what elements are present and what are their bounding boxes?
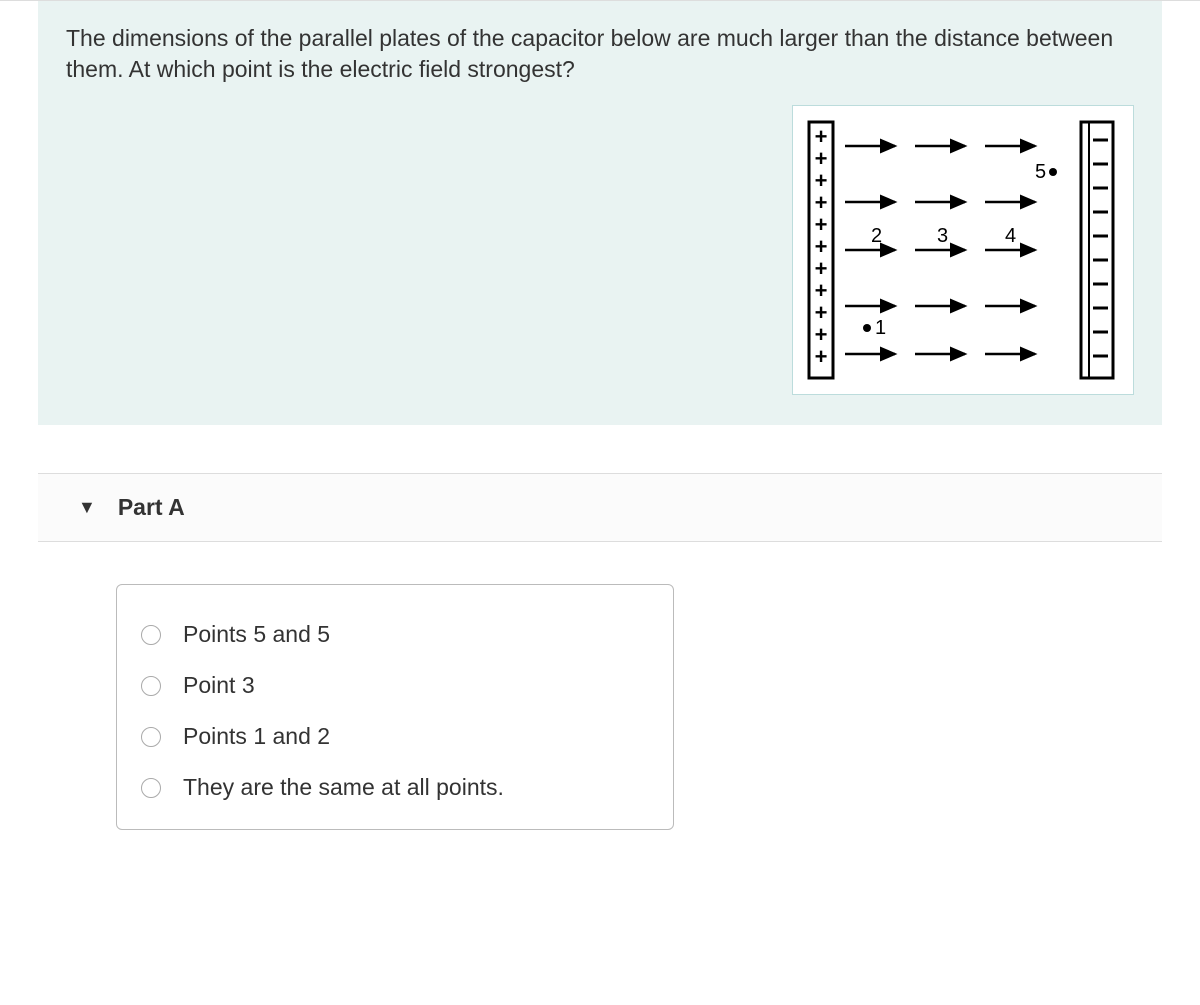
point-label-4: 4 xyxy=(1005,225,1016,247)
part-title: Part A xyxy=(118,494,185,521)
radio-icon[interactable] xyxy=(141,625,161,645)
point-label-1: 1 xyxy=(875,317,886,339)
figure-box: + + + + + + + + + + + xyxy=(792,105,1134,395)
radio-icon[interactable] xyxy=(141,778,161,798)
option-label: Point 3 xyxy=(183,672,255,699)
option-row[interactable]: Points 5 and 5 xyxy=(141,621,649,648)
caret-down-icon: ▼ xyxy=(78,497,96,518)
point-label-2: 2 xyxy=(871,225,882,247)
question-block: The dimensions of the parallel plates of… xyxy=(38,1,1162,425)
option-row[interactable]: They are the same at all points. xyxy=(141,774,649,801)
option-row[interactable]: Point 3 xyxy=(141,672,649,699)
option-label: Points 1 and 2 xyxy=(183,723,330,750)
capacitor-diagram: + + + + + + + + + + + xyxy=(805,116,1121,384)
question-text: The dimensions of the parallel plates of… xyxy=(66,23,1134,85)
option-row[interactable]: Points 1 and 2 xyxy=(141,723,649,750)
point-label-3: 3 xyxy=(937,225,948,247)
option-label: They are the same at all points. xyxy=(183,774,504,801)
answers-card: Points 5 and 5 Point 3 Points 1 and 2 Th… xyxy=(116,584,674,830)
part-header[interactable]: ▼ Part A xyxy=(38,474,1162,542)
part-section: ▼ Part A Points 5 and 5 Point 3 Points 1… xyxy=(38,473,1162,830)
radio-icon[interactable] xyxy=(141,676,161,696)
point-label-5: 5 xyxy=(1035,161,1046,183)
radio-icon[interactable] xyxy=(141,727,161,747)
option-label: Points 5 and 5 xyxy=(183,621,330,648)
figure-row: + + + + + + + + + + + xyxy=(66,105,1134,395)
svg-text:+: + xyxy=(815,344,828,369)
